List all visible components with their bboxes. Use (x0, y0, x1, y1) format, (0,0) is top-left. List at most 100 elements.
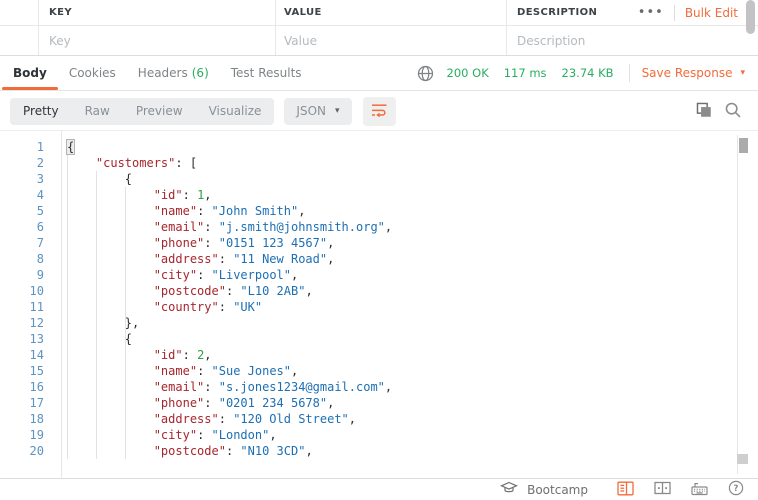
code-line[interactable]: "name": "John Smith", (67, 203, 737, 219)
line-number: 9 (0, 267, 61, 283)
code-line[interactable]: "customers": [ (67, 155, 737, 171)
status-bar: Bootcamp (0, 478, 758, 500)
key-input[interactable] (49, 34, 275, 48)
tab-label: Test Results (231, 66, 302, 80)
build-view-button[interactable] (617, 481, 634, 499)
line-number-gutter: 1234567891011121314151617181920 (0, 131, 62, 478)
code-line[interactable]: "phone": "0151 123 4567", (67, 235, 737, 251)
line-number: 18 (0, 411, 61, 427)
line-number: 10 (0, 283, 61, 299)
view-mode-raw[interactable]: Raw (72, 98, 123, 125)
response-meta: 200 OK 117 ms 23.74 KB Save Response ▾ (417, 64, 758, 82)
shortcuts-button[interactable] (691, 481, 708, 499)
chevron-down-icon: ▾ (740, 69, 745, 78)
wrap-text-button[interactable] (363, 97, 396, 126)
bootcamp-label: Bootcamp (527, 483, 588, 497)
tab-headers[interactable]: Headers(6) (127, 56, 220, 90)
save-response-button[interactable]: Save Response ▾ (642, 66, 745, 80)
code-line[interactable]: "postcode": "N10 3CD", (67, 443, 737, 459)
row-handle-cell (0, 26, 38, 55)
description-cell (506, 26, 758, 55)
editor-scrollbar-thumb[interactable] (739, 138, 748, 153)
code-content[interactable]: { "customers": [ { "id": 1, "name": "Joh… (63, 131, 737, 459)
line-number: 19 (0, 427, 61, 443)
copy-icon (695, 101, 713, 122)
code-line[interactable]: "country": "UK" (67, 299, 737, 315)
line-number: 8 (0, 251, 61, 267)
code-line[interactable]: "address": "120 Old Street", (67, 411, 737, 427)
copy-button[interactable] (695, 101, 713, 122)
toolbar-right-icons (695, 101, 742, 122)
view-mode-preview[interactable]: Preview (123, 98, 196, 125)
more-options-icon[interactable]: ••• (638, 8, 664, 18)
bulk-edit-button[interactable]: Bulk Edit (685, 6, 738, 20)
code-line[interactable]: }, (67, 315, 737, 331)
svg-text:?: ? (734, 484, 739, 494)
line-number: 12 (0, 315, 61, 331)
keyboard-icon (691, 481, 708, 499)
params-table: KEY VALUE DESCRIPTION ••• Bulk Edit (0, 0, 758, 56)
code-line[interactable]: { (67, 139, 737, 155)
search-icon (724, 101, 742, 122)
code-line[interactable]: { (67, 331, 737, 347)
line-number: 5 (0, 203, 61, 219)
response-time: 117 ms (504, 66, 547, 80)
code-line[interactable]: "city": "London", (67, 427, 737, 443)
line-number: 6 (0, 219, 61, 235)
tab-label: Body (13, 66, 47, 80)
response-header: Body CookiesHeaders(6) Test Results 200 OK… (0, 56, 758, 91)
key-cell (38, 26, 275, 55)
save-response-label: Save Response (642, 66, 733, 80)
open-book-icon (617, 481, 634, 499)
tab-test-results[interactable]: Test Results (220, 56, 313, 90)
line-number: 16 (0, 379, 61, 395)
view-mode-visualize[interactable]: Visualize (196, 98, 275, 125)
bootcamp-button[interactable]: Bootcamp (500, 481, 588, 498)
code-line[interactable]: "id": 2, (67, 347, 737, 363)
graduation-cap-icon (500, 481, 518, 498)
line-number: 2 (0, 155, 61, 171)
column-header-description-cell: DESCRIPTION ••• Bulk Edit (506, 0, 758, 25)
line-number: 14 (0, 347, 61, 363)
column-header-value: VALUE (275, 0, 506, 25)
header-divider (674, 5, 675, 21)
view-mode-switch: PrettyRawPreviewVisualize (10, 98, 274, 125)
meta-divider (629, 64, 630, 82)
code-line[interactable]: "id": 1, (67, 187, 737, 203)
tab-label: Headers (138, 66, 188, 80)
line-number: 4 (0, 187, 61, 203)
code-line[interactable]: "phone": "0201 234 5678", (67, 395, 737, 411)
code-line[interactable]: "city": "Liverpool", (67, 267, 737, 283)
tab-cookies[interactable]: Cookies (58, 56, 127, 90)
value-input[interactable] (284, 34, 506, 48)
description-input[interactable] (517, 34, 758, 48)
two-pane-icon (654, 481, 671, 498)
help-icon: ? (728, 480, 744, 499)
status-code: 200 OK (447, 66, 489, 80)
code-line[interactable]: "name": "Sue Jones", (67, 363, 737, 379)
tab-body[interactable]: Body (2, 56, 58, 90)
help-button[interactable]: ? (728, 480, 744, 499)
view-mode-pretty[interactable]: Pretty (10, 98, 72, 125)
chevron-down-icon: ▾ (335, 107, 340, 116)
value-cell (275, 26, 506, 55)
params-header-row: KEY VALUE DESCRIPTION ••• Bulk Edit (0, 0, 758, 26)
globe-icon (417, 65, 434, 82)
row-handle-cell (0, 0, 38, 25)
page-scrollbar-thumb[interactable] (746, 0, 755, 34)
editor-scrollbar-track (737, 135, 738, 474)
code-line[interactable]: "email": "s.jones1234@gmail.com", (67, 379, 737, 395)
code-line[interactable]: { (67, 171, 737, 187)
language-dropdown[interactable]: JSON ▾ (284, 98, 351, 125)
view-toolbar: PrettyRawPreviewVisualize JSON ▾ (0, 92, 758, 131)
line-number: 13 (0, 331, 61, 347)
column-header-key: KEY (38, 0, 275, 25)
code-line[interactable]: "email": "j.smith@johnsmith.org", (67, 219, 737, 235)
search-button[interactable] (724, 101, 742, 122)
code-line[interactable]: "postcode": "L10 2AB", (67, 283, 737, 299)
line-number: 3 (0, 171, 61, 187)
wrap-text-icon (371, 102, 388, 121)
postman-app: KEY VALUE DESCRIPTION ••• Bulk Edit (0, 0, 758, 500)
two-pane-view-button[interactable] (654, 481, 671, 498)
code-line[interactable]: "address": "11 New Road", (67, 251, 737, 267)
